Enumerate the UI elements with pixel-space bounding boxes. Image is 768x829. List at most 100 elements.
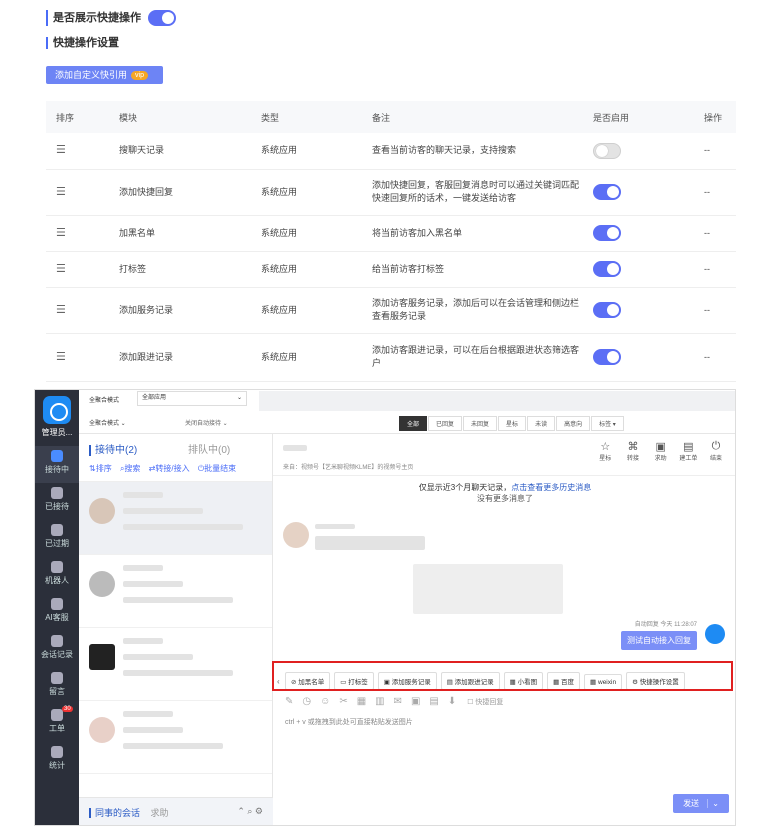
filter-intent[interactable]: 高意向 [556,416,591,431]
nav-received[interactable]: 已接待 [35,483,79,520]
colleague-tab[interactable]: 同事的会话 [89,808,141,818]
transfer-action[interactable]: ⇄转接/接入 [149,464,190,473]
drag-handle-icon[interactable]: ☰ [56,263,66,275]
collapse-search-settings-icons[interactable]: ⌃ ⌕ ⚙ [237,806,263,817]
col-op: 操作 [694,101,736,133]
auto-receive-select[interactable]: 关闭自动接待 ⌄ [185,418,228,427]
nav-ai[interactable]: AI客服 [35,594,79,631]
row-op: -- [694,215,736,252]
enable-toggle[interactable] [593,225,621,241]
row-note: 添加访客跟进记录，可以在后台根据跟进状态筛选客户 [362,333,583,382]
conversation-list: 接待中(2) 排队中(0) ⇅排序 ⌕搜索 ⇄转接/接入 ⏻批量结束 同事的会话… [79,434,273,825]
help-button[interactable]: ▣ 求助 [648,440,674,462]
sidebar: 管理员... 接待中 已接待 已过期 机器人 AI客服 会话记录 留言 工单 30… [35,390,79,825]
vip-badge: vip [131,71,148,81]
row-op: -- [694,333,736,382]
history-link[interactable]: 点击查看更多历史消息 [511,483,591,492]
batch-end-action[interactable]: ⏻批量结束 [198,464,236,473]
create-ticket-button[interactable]: ▤ 建工单 [675,440,701,462]
visitor-avatar [283,522,309,548]
send-button[interactable]: 发送 ⌄ [673,794,729,813]
row-type: 系统应用 [251,251,362,288]
quick-actions-config-title: 快捷操作设置 [46,37,119,49]
table-row: ☰ 添加快捷回复 系统应用 添加快捷回复，客服回复消息时可以通过关键词匹配快速回… [46,169,736,216]
app-select[interactable]: 全部应用 ⌄ [137,391,247,406]
nav-history[interactable]: 会话记录 [35,631,79,668]
chevron-down-icon[interactable]: ⌄ [707,799,719,808]
drag-handle-icon[interactable]: ☰ [56,186,66,198]
nav-expired[interactable]: 已过期 [35,520,79,557]
row-module: 搜聊天记录 [109,133,251,170]
table-header-row: 排序 模块 类型 备注 是否启用 操作 [46,101,736,133]
filter-star[interactable]: 星标 [498,416,527,431]
transfer-button[interactable]: ⌘ 转接 [620,440,646,462]
chat-app-window: 管理员... 接待中 已接待 已过期 机器人 AI客服 会话记录 留言 工单 30… [34,389,736,826]
filter-all[interactable]: 全部 [399,416,428,431]
enable-toggle[interactable] [593,184,621,200]
ticket-icon [51,709,63,721]
row-module: 添加跟进记录 [109,333,251,382]
history-note: 仅显示近3个月聊天记录， [418,483,512,492]
drag-handle-icon[interactable]: ☰ [56,304,66,316]
avatar [89,644,115,670]
ticket-icon: ▤ [683,441,694,453]
filter-unread[interactable]: 未读 [527,416,556,431]
row-note: 给当前访客打标签 [362,251,583,288]
auto-reply-meta: 自动回复 今天 11:28:07 [634,622,697,628]
col-enabled: 是否启用 [583,101,694,133]
tab-queue[interactable]: 排队中(0) [188,445,230,456]
drag-handle-icon[interactable]: ☰ [56,227,66,239]
tab-receiving[interactable]: 接待中(2) [89,445,138,456]
filter-unreplied[interactable]: 未回复 [463,416,498,431]
end-button[interactable]: ⏻ 结束 [703,440,729,462]
list-item[interactable] [79,628,272,701]
list-item[interactable] [79,555,272,628]
table-row: ☰ 添加跟进记录 系统应用 添加访客跟进记录，可以在后台根据跟进状态筛选客户 -… [46,333,736,382]
col-module: 模块 [109,101,251,133]
row-note: 添加快捷回复，客服回复消息时可以通过关键词匹配快速回复所的话术，一键发送给访客 [362,169,583,216]
robot-icon [51,561,63,573]
chat-icon [51,450,63,462]
show-quick-actions-label: 是否展示快捷操作 [46,10,177,26]
help-tab[interactable]: 求助 [151,808,169,818]
no-more-text: 没有更多消息了 [477,494,533,503]
nav-robot[interactable]: 机器人 [35,557,79,594]
quick-reply-toggle[interactable]: ☐ 快捷回复 [465,699,503,706]
row-op: -- [694,287,736,334]
filter-replied[interactable]: 已回复 [428,416,463,431]
highlight-box [272,661,733,691]
drag-handle-icon[interactable]: ☰ [56,144,66,156]
list-item[interactable] [79,482,272,555]
row-op: -- [694,251,736,288]
transfer-icon: ⌘ [627,441,639,453]
star-button[interactable]: ☆ 星标 [592,440,618,462]
input-toolbar-icons[interactable]: ✎◷☺✂▦▥✉▣▤⬇ ☐ 快捷回复 [285,696,503,707]
enable-toggle[interactable] [593,142,621,159]
filter-tags[interactable]: 标签 ▾ [591,416,624,431]
auto-reply-bubble: 测试自动接入回复 [621,631,697,650]
top-bar: 全聚合模式 全部应用 ⌄ 全聚合模式 ⌄ 关闭自动接待 ⌄ 全部 已回复 未回复 星标… [79,390,735,434]
nav-tickets[interactable]: 工单 30 [35,705,79,742]
nav-receiving[interactable]: 接待中 [35,446,79,483]
search-action[interactable]: ⌕搜索 [120,464,140,473]
nav-stats[interactable]: 统计 [35,742,79,779]
message-icon [51,487,63,499]
row-module: 添加快捷回复 [109,169,251,216]
show-quick-actions-toggle[interactable] [148,10,177,26]
avatar [89,717,115,743]
list-item[interactable] [79,701,272,774]
col-note: 备注 [362,101,583,133]
row-note: 将当前访客加入黑名单 [362,215,583,252]
add-custom-quick-button[interactable]: 添加自定义快引用 vip [46,66,163,84]
enable-toggle[interactable] [593,349,621,365]
power-icon: ⏻ [711,440,721,452]
drag-handle-icon[interactable]: ☰ [56,351,66,363]
mode-select-2[interactable]: 全聚合模式 ⌄ [89,418,126,427]
enable-toggle[interactable] [593,261,621,277]
sort-action[interactable]: ⇅排序 [89,464,112,473]
message-input[interactable]: ctrl + v 或拖拽到此处可直接粘贴发送图片 [285,717,413,727]
nav-messages[interactable]: 留言 [35,668,79,705]
ai-icon [51,598,63,610]
enable-toggle[interactable] [593,302,621,318]
star-icon: ☆ [600,441,611,453]
